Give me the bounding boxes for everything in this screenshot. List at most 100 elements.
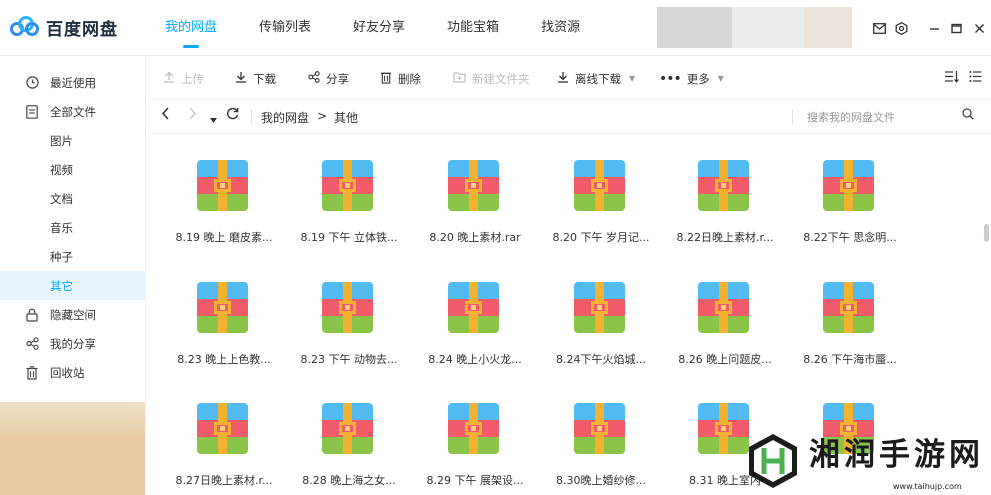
rar-archive-icon xyxy=(322,160,373,211)
upload-label: 上传 xyxy=(181,71,204,86)
rar-archive-icon xyxy=(448,403,499,454)
rar-archive-icon xyxy=(197,403,248,454)
rar-archive-icon xyxy=(322,403,373,454)
sidebar-item-music[interactable]: 音乐 xyxy=(0,213,146,242)
file-item[interactable]: 8.24 晚上小火龙... xyxy=(420,270,530,380)
caret-down-icon: ▼ xyxy=(629,74,636,83)
history-caret-icon[interactable] xyxy=(210,112,217,127)
upload-icon xyxy=(163,71,175,86)
sidebar-item-label: 音乐 xyxy=(50,220,73,235)
file-item[interactable]: 8.24下午火焰城... xyxy=(546,270,656,380)
share-button[interactable]: 分享 xyxy=(308,57,349,100)
clock-icon xyxy=(25,76,39,90)
settings-icon[interactable] xyxy=(893,20,909,36)
divider xyxy=(792,109,793,125)
maximize-icon[interactable] xyxy=(948,20,964,36)
sidebar-item-other[interactable]: 其它 xyxy=(0,271,146,300)
back-icon[interactable] xyxy=(161,107,170,124)
list-view-icon[interactable] xyxy=(969,70,982,87)
sort-icon[interactable] xyxy=(944,70,959,87)
trash-icon xyxy=(25,365,39,380)
file-item[interactable]: 8.28 晚上海之女... xyxy=(294,391,404,495)
rar-archive-icon xyxy=(574,160,625,211)
file-item[interactable]: 8.27日晚上素材.r... xyxy=(169,391,279,495)
watermark-text: 湘润手游网 xyxy=(809,437,984,473)
download-icon xyxy=(557,71,569,86)
mail-icon[interactable] xyxy=(871,20,887,36)
file-item[interactable]: 8.19 下午 立体铁... xyxy=(294,148,404,258)
rar-archive-icon xyxy=(197,160,248,211)
sidebar-item-recent[interactable]: 最近使用 xyxy=(0,68,146,97)
sidebar-item-hidden-space[interactable]: 隐藏空间 xyxy=(0,300,146,329)
rar-archive-icon xyxy=(322,282,373,333)
sidebar-item-label: 其它 xyxy=(50,278,73,293)
file-name: 8.28 晚上海之女... xyxy=(302,474,396,487)
new-folder-button[interactable]: 新建文件夹 xyxy=(453,57,530,100)
forward-icon[interactable] xyxy=(188,107,197,124)
sidebar-item-images[interactable]: 图片 xyxy=(0,126,146,155)
file-name: 8.27日晚上素材.r... xyxy=(175,474,273,487)
rar-archive-icon xyxy=(197,282,248,333)
file-item[interactable]: 8.20 晚上素材.rar xyxy=(420,148,530,258)
file-item[interactable]: 8.22日晚上素材.r... xyxy=(670,148,780,258)
new-folder-label: 新建文件夹 xyxy=(472,71,530,86)
sidebar-item-all-files[interactable]: 全部文件 xyxy=(0,97,146,126)
sidebar-item-my-shares[interactable]: 我的分享 xyxy=(0,329,146,358)
more-button[interactable]: ••• 更多 ▼ xyxy=(659,57,724,100)
file-item[interactable]: 8.29 下午 展架设... xyxy=(420,391,530,495)
file-item[interactable]: 8.23 下午 动物去... xyxy=(294,270,404,380)
refresh-icon[interactable] xyxy=(226,107,239,124)
sidebar-item-videos[interactable]: 视频 xyxy=(0,155,146,184)
breadcrumb-separator: > xyxy=(317,109,328,123)
file-name: 8.30晚上婚纱修... xyxy=(556,474,646,487)
file-icon xyxy=(25,104,39,119)
sidebar-item-label: 种子 xyxy=(50,249,73,264)
app-logo[interactable]: 百度网盘 xyxy=(10,14,118,40)
delete-button[interactable]: 删除 xyxy=(380,57,421,100)
breadcrumb-root[interactable]: 我的网盘 xyxy=(261,109,309,126)
upload-button[interactable]: 上传 xyxy=(163,57,204,100)
watermark-url: www.taihujp.com xyxy=(893,482,962,491)
divider xyxy=(251,109,252,125)
file-item[interactable]: 8.26 晚上问题皮... xyxy=(670,270,780,380)
file-name: 8.19 晚上 磨皮素... xyxy=(175,231,273,244)
file-item[interactable]: 8.23 晚上上色教... xyxy=(169,270,279,380)
search-icon[interactable] xyxy=(962,108,974,124)
scrollbar-thumb[interactable] xyxy=(984,224,989,242)
download-icon xyxy=(235,71,247,86)
file-item[interactable]: 8.22下午 思念明... xyxy=(795,148,905,258)
sidebar-item-documents[interactable]: 文档 xyxy=(0,184,146,213)
file-name: 8.26 晚上问题皮... xyxy=(678,353,772,366)
file-item[interactable]: 8.26 下午海市蜃... xyxy=(795,270,905,380)
lock-icon xyxy=(25,308,39,322)
rar-archive-icon xyxy=(698,403,749,454)
sidebar-item-recycle-bin[interactable]: 回收站 xyxy=(0,358,146,387)
search-input[interactable] xyxy=(807,106,952,128)
minimize-icon[interactable] xyxy=(926,20,942,36)
tab-find-resources[interactable]: 找资源 xyxy=(526,0,595,56)
tab-toolbox[interactable]: 功能宝箱 xyxy=(432,0,514,56)
top-bar: 百度网盘 我的网盘 传输列表 好友分享 功能宝箱 找资源 xyxy=(0,0,991,56)
file-item[interactable]: 8.19 晚上 磨皮素... xyxy=(169,148,279,258)
rar-archive-icon xyxy=(448,282,499,333)
watermark-logo-icon xyxy=(749,434,797,488)
tab-my-netdisk[interactable]: 我的网盘 xyxy=(150,0,232,56)
file-name: 8.23 晚上上色教... xyxy=(177,353,271,366)
share-label: 分享 xyxy=(326,71,349,86)
file-item[interactable]: 8.30晚上婚纱修... xyxy=(546,391,656,495)
rar-archive-icon xyxy=(574,403,625,454)
download-button[interactable]: 下载 xyxy=(235,57,276,100)
watermark: 湘润手游网 www.taihujp.com xyxy=(743,425,991,495)
path-bar: 我的网盘 > 其他 xyxy=(147,100,991,134)
close-icon[interactable] xyxy=(971,20,987,36)
tab-transfer-list[interactable]: 传输列表 xyxy=(244,0,326,56)
tab-friend-share[interactable]: 好友分享 xyxy=(338,0,420,56)
delete-label: 删除 xyxy=(398,71,421,86)
file-item[interactable]: 8.20 下午 岁月记... xyxy=(546,148,656,258)
sidebar-item-label: 文档 xyxy=(50,191,73,206)
blurred-user-area xyxy=(657,7,732,48)
file-name: 8.22下午 思念明... xyxy=(803,231,897,244)
sidebar-promo-banner[interactable] xyxy=(0,402,145,495)
offline-download-button[interactable]: 离线下载 ▼ xyxy=(557,57,635,100)
sidebar-item-torrents[interactable]: 种子 xyxy=(0,242,146,271)
